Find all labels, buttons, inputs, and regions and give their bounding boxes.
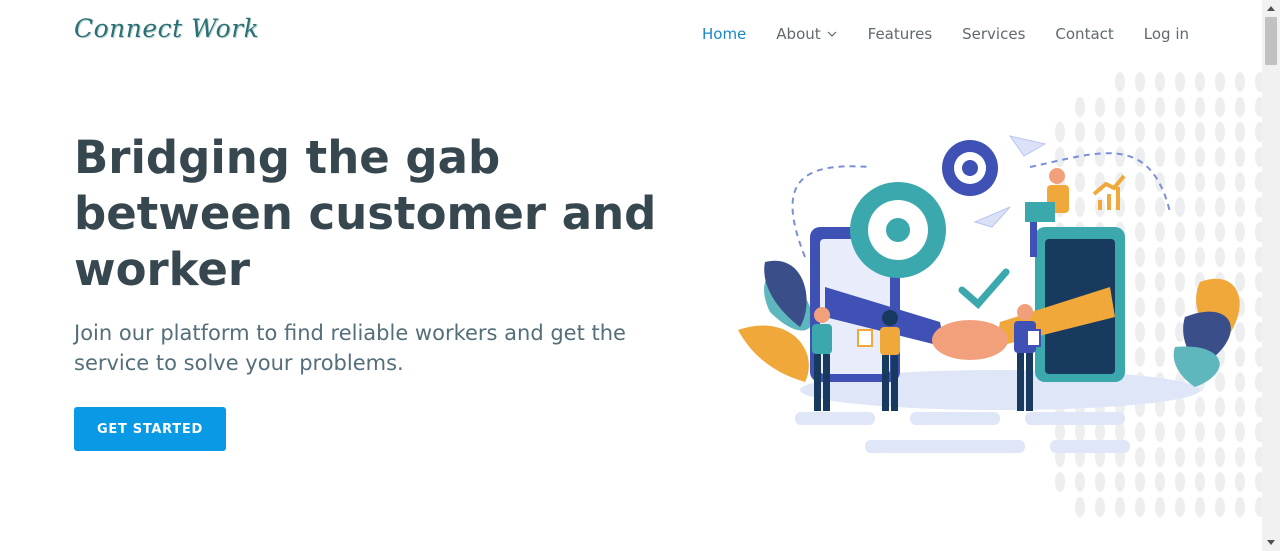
hero-illustration bbox=[738, 72, 1262, 517]
paper-plane-small-icon bbox=[973, 206, 1011, 228]
hero-title: Bridging the gab between customer and wo… bbox=[74, 131, 657, 296]
scroll-up-icon[interactable] bbox=[1267, 6, 1275, 11]
gear-blue-icon bbox=[942, 140, 998, 196]
leaves-left bbox=[738, 260, 813, 382]
logo[interactable]: Connect Work bbox=[74, 14, 259, 43]
nav-about-label: About bbox=[776, 25, 821, 43]
vertical-scrollbar[interactable] bbox=[1262, 0, 1280, 551]
main-nav: Home About Features Services Contact Log… bbox=[702, 25, 1189, 43]
site-header: Connect Work Home About Features Service… bbox=[0, 0, 1262, 72]
nav-about[interactable]: About bbox=[776, 25, 837, 43]
chevron-down-icon bbox=[827, 31, 837, 37]
paper-plane-icon bbox=[1008, 135, 1047, 157]
nav-services[interactable]: Services bbox=[962, 25, 1025, 43]
handshake bbox=[932, 320, 1008, 360]
nav-login[interactable]: Log in bbox=[1144, 25, 1189, 43]
get-started-button[interactable]: GET STARTED bbox=[74, 407, 226, 451]
scroll-thumb[interactable] bbox=[1265, 17, 1277, 65]
nav-contact[interactable]: Contact bbox=[1055, 25, 1113, 43]
gear-teal-icon bbox=[850, 182, 946, 278]
hero-subtitle: Join our platform to find reliable worke… bbox=[74, 321, 626, 375]
checkmark-icon bbox=[958, 268, 1010, 309]
leaves-right bbox=[1173, 278, 1240, 387]
nav-features[interactable]: Features bbox=[868, 25, 933, 43]
nav-home[interactable]: Home bbox=[702, 25, 746, 43]
scroll-down-icon[interactable] bbox=[1267, 540, 1275, 545]
